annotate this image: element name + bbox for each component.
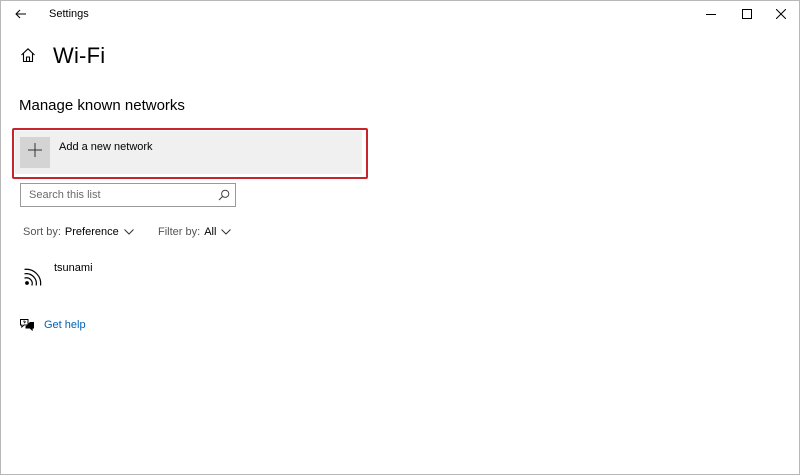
- title-bar: Settings: [1, 1, 799, 30]
- close-icon: [775, 6, 787, 24]
- back-arrow-icon: [15, 6, 27, 24]
- filter-by-value: All: [204, 226, 217, 238]
- window-title: Settings: [49, 8, 89, 20]
- settings-window: Settings Wi-Fi Manage known networks Add…: [0, 0, 800, 475]
- filter-by-label: Filter by:: [158, 226, 201, 238]
- network-name: tsunami: [54, 262, 93, 274]
- home-button[interactable]: [18, 47, 38, 67]
- sort-by-dropdown[interactable]: Sort by: Preference: [23, 226, 134, 238]
- sort-by-label: Sort by:: [23, 226, 61, 238]
- get-help-label: Get help: [44, 319, 86, 331]
- plus-icon: [28, 143, 42, 162]
- maximize-icon: [742, 6, 752, 24]
- add-network-button[interactable]: Add a new network: [15, 131, 362, 174]
- search-icon[interactable]: [217, 188, 231, 202]
- network-list-item[interactable]: tsunami: [17, 257, 347, 297]
- back-button[interactable]: [7, 3, 35, 27]
- chevron-down-icon: [123, 229, 134, 235]
- section-title: Manage known networks: [19, 97, 185, 114]
- wifi-signal-icon: [22, 264, 46, 288]
- add-network-tile: [20, 137, 50, 168]
- search-box: [20, 183, 236, 207]
- add-network-label: Add a new network: [59, 141, 153, 153]
- sort-by-value: Preference: [64, 226, 119, 238]
- search-input[interactable]: [21, 184, 219, 206]
- maximize-button[interactable]: [729, 1, 765, 29]
- page-title: Wi-Fi: [53, 43, 106, 68]
- chevron-down-icon: [221, 229, 232, 235]
- home-icon: [20, 47, 36, 68]
- minimize-button[interactable]: [693, 1, 729, 29]
- filter-by-dropdown[interactable]: Filter by: All: [158, 226, 232, 238]
- minimize-icon: [706, 6, 716, 24]
- get-help-link[interactable]: Get help: [19, 317, 86, 333]
- close-button[interactable]: [763, 1, 799, 29]
- help-chat-icon: [19, 317, 35, 333]
